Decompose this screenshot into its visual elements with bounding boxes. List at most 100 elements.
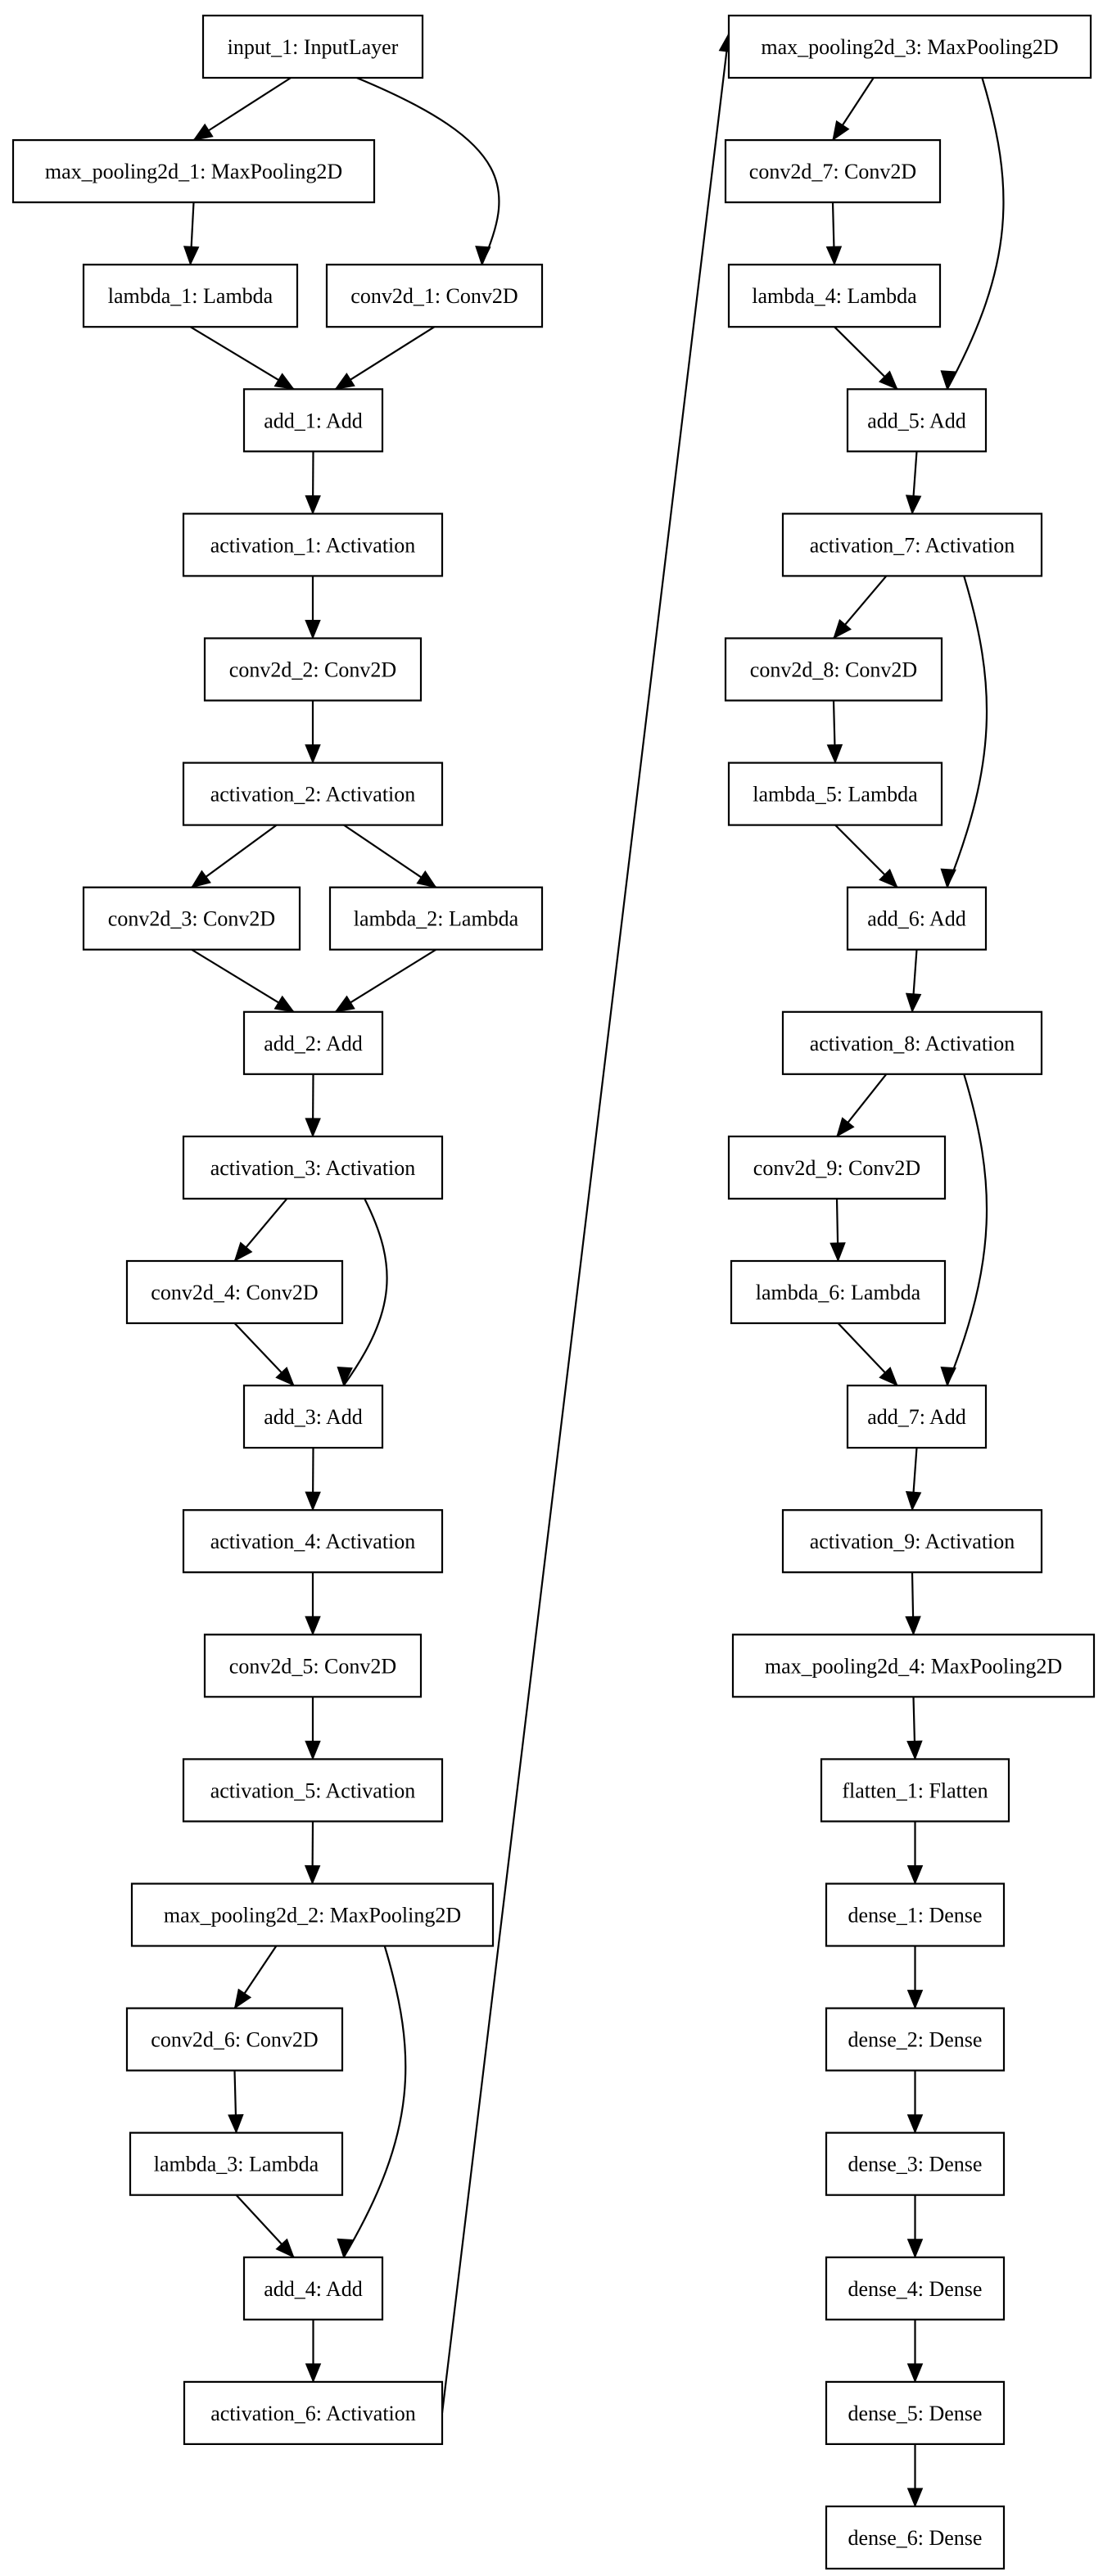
arrowhead-icon xyxy=(190,870,211,888)
layer-node-conv2d-1: conv2d_1: Conv2D xyxy=(325,264,544,328)
node-label: activation_4: Activation xyxy=(210,1530,416,1553)
node-label: lambda_5: Lambda xyxy=(753,783,918,807)
arrowhead-icon xyxy=(905,495,922,515)
node-label: dense_3: Dense xyxy=(848,2153,983,2176)
node-label: lambda_4: Lambda xyxy=(752,284,917,308)
layer-node-conv2d-4: conv2d_4: Conv2D xyxy=(125,1259,344,1325)
node-label: max_pooling2d_1: MaxPooling2D xyxy=(45,160,342,183)
layer-node-add-6: add_6: Add xyxy=(846,886,988,951)
edge-add-7-to-activation-9 xyxy=(905,1448,922,1512)
edge-dense-4-to-dense-5 xyxy=(906,2319,924,2384)
node-label: max_pooling2d_2: MaxPooling2D xyxy=(164,1904,461,1927)
edge-lambda-2-to-add-2 xyxy=(334,948,437,1013)
arrowhead-icon xyxy=(305,1118,321,1138)
layer-node-lambda-3: lambda_3: Lambda xyxy=(129,2131,344,2196)
edge-activation-2-to-lambda-2 xyxy=(343,824,437,888)
layer-node-lambda-2: lambda_2: Lambda xyxy=(328,886,544,951)
arrowhead-icon xyxy=(305,2363,322,2384)
edge-activation-6-to-max-pooling2d-3 xyxy=(441,32,735,2414)
layer-node-conv2d-6: conv2d_6: Conv2D xyxy=(125,2007,344,2072)
arrowhead-icon xyxy=(233,1988,252,2009)
edge-max-pooling2d-3-to-conv2d-7 xyxy=(832,77,875,142)
node-label: add_6: Add xyxy=(867,907,966,931)
layer-node-lambda-5: lambda_5: Lambda xyxy=(727,762,943,826)
node-label: dense_5: Dense xyxy=(848,2402,983,2425)
layer-node-activation-8: activation_8: Activation xyxy=(781,1010,1043,1075)
node-label: activation_7: Activation xyxy=(810,533,1015,557)
edge-line xyxy=(946,576,988,888)
arrowhead-icon xyxy=(233,1241,253,1263)
arrowhead-icon xyxy=(334,995,355,1013)
layer-node-add-3: add_3: Add xyxy=(242,1384,384,1449)
arrowhead-icon xyxy=(475,246,491,266)
edge-activation-2-to-conv2d-3 xyxy=(190,824,278,888)
layer-node-dense-5: dense_5: Dense xyxy=(825,2380,1006,2445)
model-graph: input_1: InputLayer max_pooling2d_1: MaxP… xyxy=(11,14,1096,2570)
arrowhead-icon xyxy=(305,620,321,639)
arrowhead-icon xyxy=(833,619,852,639)
edge-flatten-1-to-dense-1 xyxy=(906,1821,924,1885)
arrowhead-icon xyxy=(304,1864,321,1885)
layer-node-add-5: add_5: Add xyxy=(846,388,988,453)
edge-input-1-to-max-pooling2d-1 xyxy=(192,77,292,142)
node-label: conv2d_1: Conv2D xyxy=(350,284,518,308)
edge-add-4-to-activation-6 xyxy=(305,2319,322,2384)
arrowhead-icon xyxy=(305,1616,321,1636)
node-label: max_pooling2d_4: MaxPooling2D xyxy=(765,1654,1062,1678)
edge-lambda-6-to-add-7 xyxy=(837,1322,898,1387)
arrowhead-icon xyxy=(305,1491,321,1512)
layer-node-conv2d-9: conv2d_9: Conv2D xyxy=(727,1135,947,1200)
arrowhead-icon xyxy=(228,2113,244,2135)
edge-conv2d-3-to-add-2 xyxy=(191,948,295,1013)
layer-node-activation-4: activation_4: Activation xyxy=(182,1509,444,1574)
node-label: max_pooling2d_3: MaxPooling2D xyxy=(761,35,1058,59)
arrowhead-icon xyxy=(940,868,956,889)
edge-line xyxy=(946,77,1005,390)
node-label: conv2d_9: Conv2D xyxy=(753,1156,920,1180)
edge-max-pooling2d-1-to-lambda-1 xyxy=(183,202,200,266)
edge-conv2d-9-to-lambda-6 xyxy=(830,1198,846,1263)
edge-line xyxy=(342,1198,388,1386)
edge-lambda-1-to-add-1 xyxy=(189,326,295,391)
layer-node-conv2d-5: conv2d_5: Conv2D xyxy=(203,1634,423,1698)
arrowhead-icon xyxy=(825,246,843,266)
node-label: conv2d_5: Conv2D xyxy=(229,1654,396,1678)
node-label: activation_1: Activation xyxy=(210,533,416,557)
edge-line xyxy=(356,76,500,265)
node-label: add_4: Add xyxy=(264,2277,363,2301)
edge-lambda-4-to-add-5 xyxy=(834,326,898,391)
layer-node-dense-4: dense_4: Dense xyxy=(825,2256,1006,2321)
layer-node-max-pooling2d-4: max_pooling2d_4: MaxPooling2D xyxy=(731,1634,1096,1698)
edge-add-2-to-activation-3 xyxy=(305,1073,321,1138)
edge-dense-1-to-dense-2 xyxy=(906,1946,924,2009)
edge-conv2d-2-to-activation-2 xyxy=(305,700,321,764)
layer-node-activation-7: activation_7: Activation xyxy=(781,513,1043,577)
arrowhead-icon xyxy=(826,743,843,764)
node-label: activation_9: Activation xyxy=(810,1530,1015,1553)
node-label: input_1: InputLayer xyxy=(228,35,399,59)
node-label: dense_4: Dense xyxy=(848,2277,983,2301)
layer-node-activation-1: activation_1: Activation xyxy=(182,513,444,577)
node-label: add_5: Add xyxy=(867,409,966,432)
node-label: dense_1: Dense xyxy=(848,1904,983,1927)
edge-add-3-to-activation-4 xyxy=(305,1448,321,1512)
node-label: add_1: Add xyxy=(264,409,363,432)
arrowhead-icon xyxy=(906,1740,923,1760)
edge-max-pooling2d-4-to-flatten-1 xyxy=(906,1697,923,1760)
arrowhead-icon xyxy=(906,2363,924,2384)
edge-conv2d-8-to-lambda-5 xyxy=(826,700,843,764)
layer-node-add-4: add_4: Add xyxy=(242,2256,384,2321)
layer-node-add-1: add_1: Add xyxy=(242,388,384,453)
node-label: conv2d_4: Conv2D xyxy=(151,1281,318,1304)
arrowhead-icon xyxy=(905,992,922,1014)
arrowhead-icon xyxy=(273,373,295,390)
edge-activation-7-to-conv2d-8 xyxy=(833,575,888,639)
arrowhead-icon xyxy=(183,246,200,266)
layer-node-dense-3: dense_3: Dense xyxy=(825,2131,1006,2196)
node-label: conv2d_7: Conv2D xyxy=(749,160,916,183)
arrowhead-icon xyxy=(305,744,321,764)
edge-activation-7-to-add-6 xyxy=(940,576,988,889)
edge-max-pooling2d-2-to-conv2d-6 xyxy=(233,1945,278,2009)
arrowhead-icon xyxy=(192,123,214,141)
layer-node-activation-9: activation_9: Activation xyxy=(781,1509,1043,1574)
